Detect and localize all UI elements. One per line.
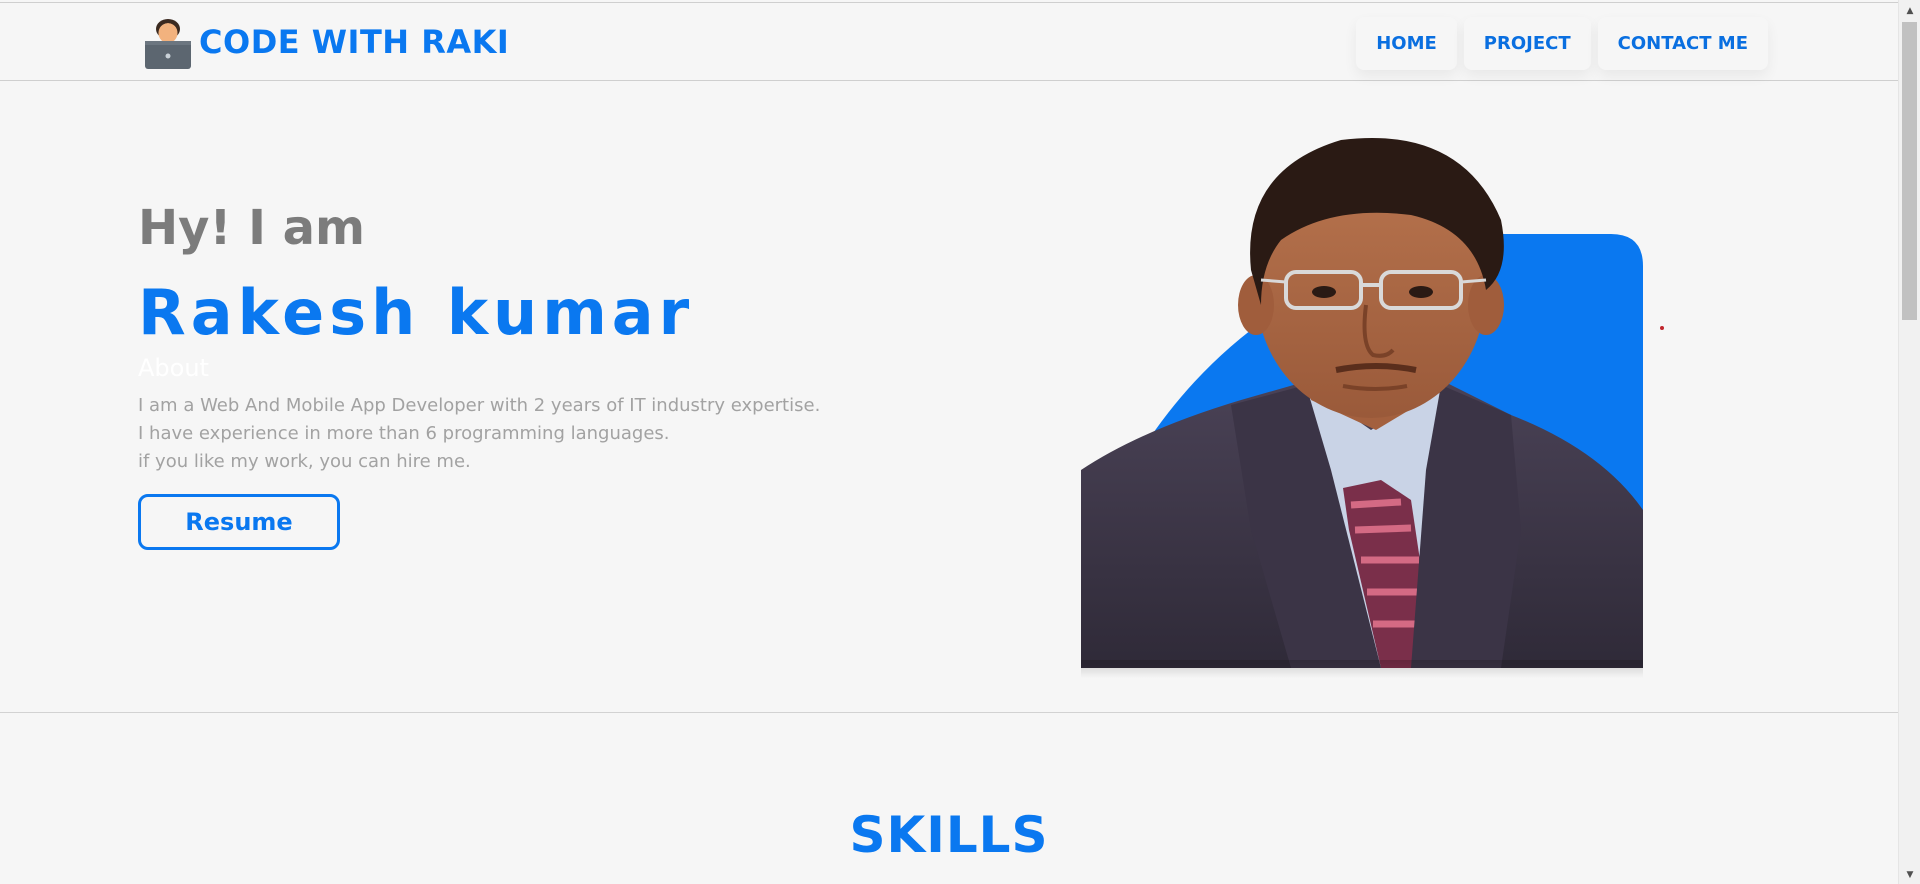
site-header: CODE WITH RAKI HOME PROJECT CONTACT ME xyxy=(0,3,1898,81)
logo[interactable]: CODE WITH RAKI xyxy=(143,15,509,69)
about-line: I have experience in more than 6 program… xyxy=(138,423,670,444)
skills-heading: SKILLS xyxy=(849,805,1049,864)
about-line: if you like my work, you can hire me. xyxy=(138,451,471,472)
accent-dot xyxy=(1660,326,1664,330)
main-nav: HOME PROJECT CONTACT ME xyxy=(1349,17,1768,70)
scroll-up-arrow-icon[interactable]: ▲ xyxy=(1899,2,1920,20)
nav-contact-me[interactable]: CONTACT ME xyxy=(1597,17,1768,70)
about-text: I am a Web And Mobile App Developer with… xyxy=(138,392,938,476)
about-title: About xyxy=(138,354,209,382)
scrollbar-thumb[interactable] xyxy=(1902,22,1917,320)
hero-greeting: Hy! I am xyxy=(138,200,366,256)
section-divider xyxy=(0,712,1898,713)
hero-photo xyxy=(1081,130,1643,678)
developer-laptop-icon xyxy=(143,15,193,69)
hero-name: Rakesh kumar xyxy=(138,276,695,349)
nav-project[interactable]: PROJECT xyxy=(1463,17,1591,70)
hero-intro: Hy! I am Rakesh kumar About I am a Web A… xyxy=(138,200,938,550)
vertical-scrollbar[interactable]: ▲ ▼ xyxy=(1898,0,1920,884)
about-line: I am a Web And Mobile App Developer with… xyxy=(138,395,821,416)
nav-home[interactable]: HOME xyxy=(1356,17,1457,70)
logo-text: CODE WITH RAKI xyxy=(199,23,510,61)
page: CODE WITH RAKI HOME PROJECT CONTACT ME H… xyxy=(0,0,1898,884)
profile-portrait xyxy=(1081,137,1643,668)
resume-button[interactable]: Resume xyxy=(138,494,340,550)
photo-shadow xyxy=(1081,660,1643,678)
scroll-down-arrow-icon[interactable]: ▼ xyxy=(1899,866,1920,884)
